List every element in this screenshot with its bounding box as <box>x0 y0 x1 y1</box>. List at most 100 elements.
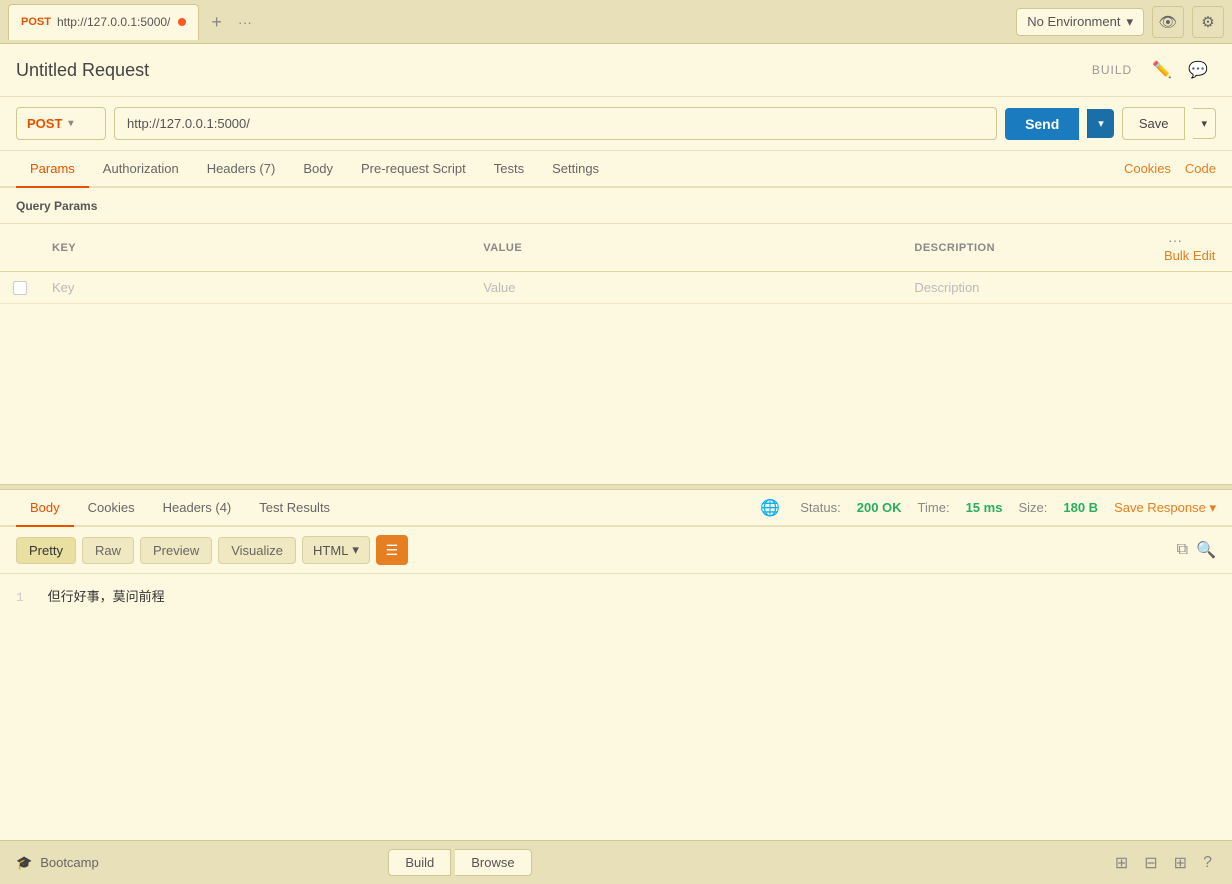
tab-unsaved-dot <box>178 18 186 26</box>
request-tabs: Params Authorization Headers (7) Body Pr… <box>0 151 1232 188</box>
chevron-down-icon: ▾ <box>1126 14 1133 30</box>
tab-body[interactable]: Body <box>289 151 347 188</box>
search-button[interactable]: 🔍 <box>1196 540 1216 560</box>
method-value: POST <box>27 116 62 131</box>
settings-icon-button[interactable]: ⚙ <box>1192 6 1224 38</box>
col-check-header <box>0 224 40 272</box>
save-response-button[interactable]: Save Response ▾ <box>1114 500 1216 516</box>
format-type-select[interactable]: HTML ▾ <box>302 536 370 564</box>
row-checkbox-cell <box>0 272 40 304</box>
add-tab-button[interactable]: + <box>203 13 230 31</box>
tab-headers[interactable]: Headers (7) <box>193 151 290 188</box>
help-icon-button[interactable]: ? <box>1199 851 1216 875</box>
layout-icon-button[interactable]: ⊞ <box>1111 851 1132 875</box>
query-params-title: Query Params <box>16 199 97 213</box>
footer-center: Build Browse <box>388 849 531 876</box>
main-content: Untitled Request BUILD ✏️ 💬 POST ▾ Send … <box>0 44 1232 840</box>
split-icon-button[interactable]: ⊟ <box>1140 851 1161 875</box>
resp-tab-cookies[interactable]: Cookies <box>74 490 149 527</box>
response-format-bar: Pretty Raw Preview Visualize HTML ▾ ☰ ⧉ … <box>0 527 1232 574</box>
row-actions-cell <box>1152 272 1232 304</box>
tab-method-label: POST <box>21 16 51 28</box>
desc-cell[interactable]: Description <box>902 272 1152 304</box>
grid-icon-button[interactable]: ⊞ <box>1170 851 1191 875</box>
time-value: 15 ms <box>966 500 1003 515</box>
environment-label: No Environment <box>1027 14 1120 29</box>
tab-url-text: http://127.0.0.1:5000/ <box>57 15 170 29</box>
save-button[interactable]: Save <box>1122 107 1186 140</box>
format-tab-raw[interactable]: Raw <box>82 537 134 564</box>
tab-settings[interactable]: Settings <box>538 151 613 188</box>
req-tabs-right: Cookies Code <box>1124 161 1216 176</box>
wrap-icon: ☰ <box>386 542 399 559</box>
footer-left: 🎓 Bootcamp <box>16 855 99 871</box>
response-content: 但行好事，莫问前程 <box>48 590 165 605</box>
send-dropdown-button[interactable]: ▾ <box>1087 109 1114 138</box>
table-row: Key Value Description <box>0 272 1232 304</box>
value-cell[interactable]: Value <box>471 272 902 304</box>
top-right-controls: No Environment ▾ 👁 ⚙ <box>1016 6 1224 38</box>
col-desc-header: DESCRIPTION <box>902 224 1152 272</box>
request-tab[interactable]: POST http://127.0.0.1:5000/ <box>8 4 199 40</box>
word-wrap-button[interactable]: ☰ <box>376 535 408 565</box>
eye-icon-button[interactable]: 👁 <box>1152 6 1184 38</box>
environment-dropdown[interactable]: No Environment ▾ <box>1016 8 1144 36</box>
format-tab-preview[interactable]: Preview <box>140 537 212 564</box>
query-params-section: Query Params <box>0 188 1232 224</box>
tab-bar: POST http://127.0.0.1:5000/ + ··· No Env… <box>0 0 1232 44</box>
save-response-dropdown-icon: ▾ <box>1209 500 1216 515</box>
method-select[interactable]: POST ▾ <box>16 107 106 140</box>
tab-params[interactable]: Params <box>16 151 89 188</box>
size-label: Size: <box>1018 500 1047 515</box>
globe-icon: 🌐 <box>760 498 780 518</box>
format-chevron-icon: ▾ <box>352 542 359 558</box>
footer-build-button[interactable]: Build <box>388 849 451 876</box>
tab-pre-request-script[interactable]: Pre-request Script <box>347 151 480 188</box>
resp-tab-headers[interactable]: Headers (4) <box>149 490 246 527</box>
response-body: 1 但行好事，莫问前程 <box>0 574 1232 774</box>
comment-button[interactable]: 💬 <box>1180 56 1216 84</box>
send-button[interactable]: Send <box>1005 108 1079 140</box>
params-table: KEY VALUE DESCRIPTION ··· Bulk Edit <box>0 224 1232 304</box>
bootcamp-icon: 🎓 <box>16 855 32 871</box>
status-value: 200 OK <box>857 500 902 515</box>
row-checkbox[interactable] <box>13 281 27 295</box>
more-tabs-button[interactable]: ··· <box>230 14 260 30</box>
format-type-value: HTML <box>313 543 348 558</box>
edit-title-button[interactable]: ✏️ <box>1144 56 1180 84</box>
request-title: Untitled Request <box>16 60 1092 81</box>
cookies-link[interactable]: Cookies <box>1124 161 1171 176</box>
url-input[interactable] <box>114 107 997 140</box>
resp-tab-test-results[interactable]: Test Results <box>245 490 344 527</box>
response-status: 🌐 Status: 200 OK Time: 15 ms Size: 180 B… <box>760 498 1216 518</box>
method-chevron-icon: ▾ <box>68 118 73 129</box>
response-tabs: Body Cookies Headers (4) Test Results 🌐 … <box>0 490 1232 527</box>
format-tab-pretty[interactable]: Pretty <box>16 537 76 564</box>
col-key-header: KEY <box>40 224 471 272</box>
code-link[interactable]: Code <box>1185 161 1216 176</box>
bootcamp-label: Bootcamp <box>40 855 99 870</box>
save-dropdown-button[interactable]: ▾ <box>1193 108 1216 139</box>
tab-tests[interactable]: Tests <box>480 151 538 188</box>
col-value-header: VALUE <box>471 224 902 272</box>
tab-authorization[interactable]: Authorization <box>89 151 193 188</box>
bulk-edit-button[interactable]: Bulk Edit <box>1164 248 1215 263</box>
footer-browse-button[interactable]: Browse <box>455 849 531 876</box>
copy-button[interactable]: ⧉ <box>1177 540 1188 560</box>
params-table-header: KEY VALUE DESCRIPTION ··· Bulk Edit <box>0 224 1232 272</box>
params-empty-area <box>0 304 1232 484</box>
request-title-bar: Untitled Request BUILD ✏️ 💬 <box>0 44 1232 97</box>
footer-right: ⊞ ⊟ ⊞ ? <box>1111 851 1216 875</box>
line-number: 1 <box>16 590 24 605</box>
format-right-icons: ⧉ 🔍 <box>1177 540 1216 560</box>
format-tab-visualize[interactable]: Visualize <box>218 537 296 564</box>
key-cell[interactable]: Key <box>40 272 471 304</box>
build-label: BUILD <box>1092 63 1132 77</box>
time-label: Time: <box>918 500 950 515</box>
size-value: 180 B <box>1063 500 1098 515</box>
col-actions-header: ··· Bulk Edit <box>1152 224 1232 272</box>
more-options-button[interactable]: ··· <box>1164 232 1186 248</box>
status-label: Status: <box>800 500 840 515</box>
url-bar: POST ▾ Send ▾ Save ▾ <box>0 97 1232 151</box>
resp-tab-body[interactable]: Body <box>16 490 74 527</box>
